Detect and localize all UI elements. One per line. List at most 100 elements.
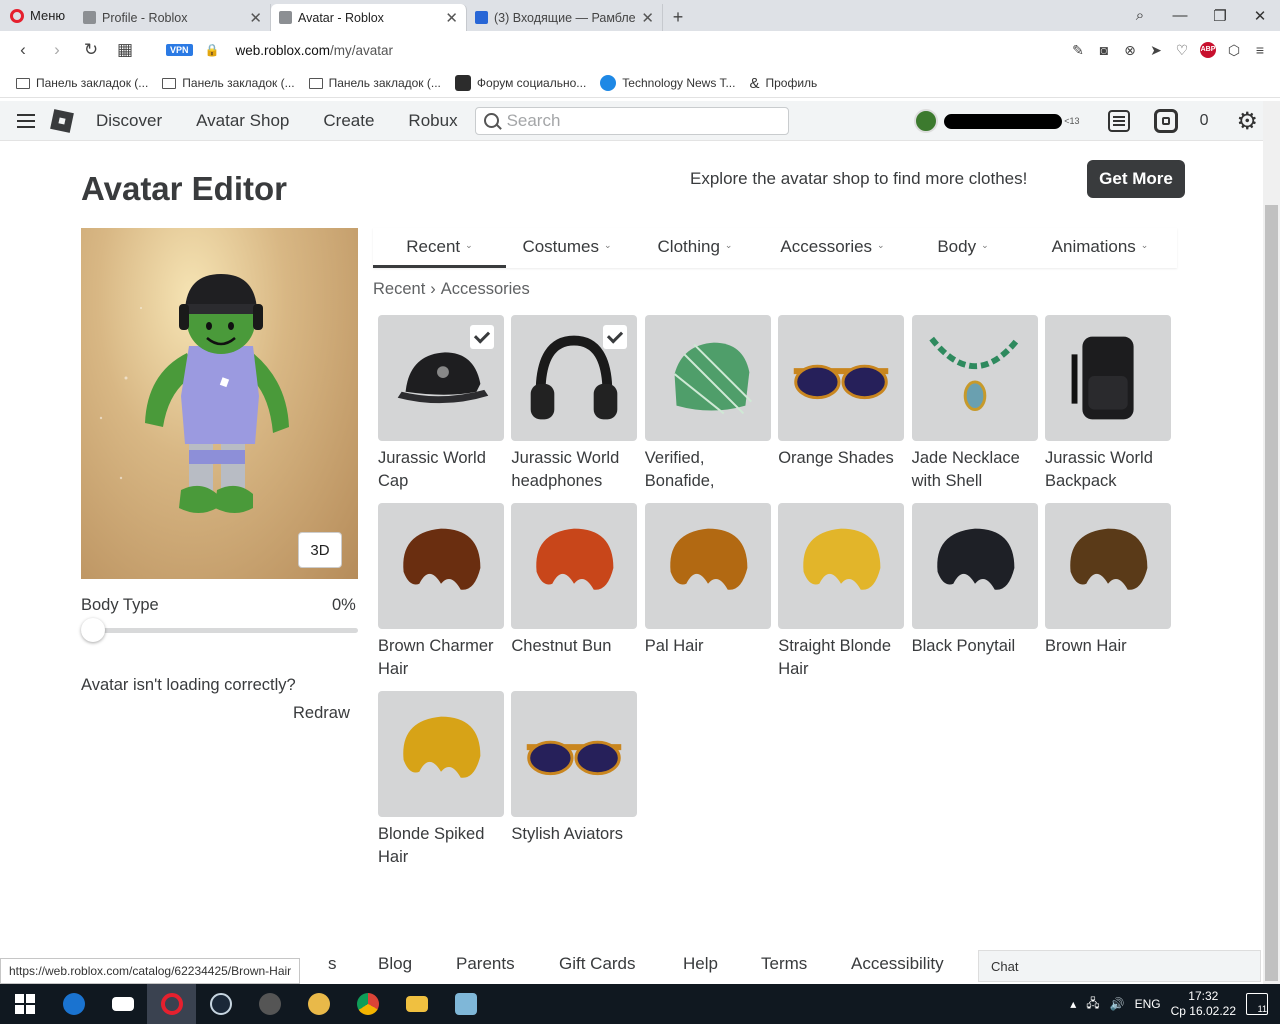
- taskbar-notepad[interactable]: [441, 984, 490, 1024]
- tab-costumes[interactable]: Costumes ⌄: [506, 228, 628, 268]
- roblox-logo-icon[interactable]: [50, 108, 74, 133]
- close-tab-icon[interactable]: ✕: [641, 9, 654, 27]
- volume-icon[interactable]: 🔊: [1110, 997, 1125, 1011]
- avatar-item-card[interactable]: Verified, Bonafide,: [644, 315, 771, 493]
- taskbar-explorer[interactable]: [392, 984, 441, 1024]
- hamburger-menu-icon[interactable]: [0, 113, 52, 128]
- search-input[interactable]: [506, 110, 767, 131]
- item-name[interactable]: Chestnut Bun: [511, 635, 641, 658]
- heart-icon[interactable]: ♡: [1174, 42, 1190, 59]
- start-button[interactable]: [0, 984, 49, 1024]
- tab-clothing[interactable]: Clothing ⌄: [628, 228, 762, 268]
- item-thumbnail[interactable]: [911, 503, 1038, 629]
- reload-icon[interactable]: ↻: [76, 40, 106, 60]
- item-name[interactable]: Orange Shades: [778, 447, 908, 470]
- clock[interactable]: 17:32 Ср 16.02.22: [1171, 989, 1236, 1019]
- item-thumbnail[interactable]: [378, 315, 504, 441]
- tab-animations[interactable]: Animations ⌄: [1023, 228, 1177, 268]
- body-type-slider-handle[interactable]: [81, 618, 105, 642]
- nav-avatar-shop[interactable]: Avatar Shop: [196, 111, 289, 131]
- redacted-username[interactable]: [944, 113, 1063, 129]
- item-thumbnail[interactable]: [778, 315, 905, 441]
- speed-dial-icon[interactable]: ▦: [110, 40, 140, 60]
- restore-icon[interactable]: ❐: [1200, 7, 1240, 25]
- footer-link-gift-cards[interactable]: Gift Cards: [559, 954, 636, 974]
- item-name[interactable]: Jurassic World Backpack: [1045, 447, 1175, 493]
- avatar-item-card[interactable]: Jurassic World Cap: [378, 315, 504, 493]
- taskbar-edge[interactable]: [49, 984, 98, 1024]
- item-name[interactable]: Jurassic World headphones: [511, 447, 641, 493]
- browser-menu-button[interactable]: Меню: [0, 0, 75, 31]
- taskbar-app[interactable]: [245, 984, 294, 1024]
- avatar-item-card[interactable]: Brown Hair: [1045, 503, 1171, 658]
- item-thumbnail[interactable]: [1045, 503, 1171, 629]
- item-thumbnail[interactable]: [511, 315, 638, 441]
- item-thumbnail[interactable]: [644, 315, 771, 441]
- nav-robux[interactable]: Robux: [408, 111, 457, 131]
- avatar-preview[interactable]: 3D: [81, 228, 358, 579]
- avatar-item-card[interactable]: Straight Blonde Hair: [778, 503, 905, 681]
- chat-bar[interactable]: Chat: [978, 950, 1261, 982]
- bookmark-technews[interactable]: Technology News T...: [600, 75, 735, 91]
- taskbar-paint[interactable]: [294, 984, 343, 1024]
- chevron-up-icon[interactable]: ▴: [1070, 997, 1076, 1011]
- bookmark-profile[interactable]: & Профиль: [749, 75, 817, 92]
- item-name[interactable]: Brown Hair: [1045, 635, 1175, 658]
- taskbar-mail[interactable]: [98, 984, 147, 1024]
- language-indicator[interactable]: ENG: [1135, 997, 1161, 1011]
- avatar-item-card[interactable]: Orange Shades: [778, 315, 905, 470]
- item-thumbnail[interactable]: [511, 503, 638, 629]
- tab-recent[interactable]: Recent ⌄: [373, 228, 506, 268]
- footer-link-about[interactable]: s: [328, 954, 337, 974]
- item-thumbnail[interactable]: [778, 503, 905, 629]
- easy-setup-icon[interactable]: ≡: [1252, 42, 1268, 58]
- item-name[interactable]: Brown Charmer Hair: [378, 635, 508, 681]
- bookmark-folder[interactable]: Панель закладок (...: [16, 76, 148, 90]
- tab-body[interactable]: Body ⌄: [903, 228, 1023, 268]
- item-thumbnail[interactable]: [911, 315, 1038, 441]
- taskbar-chrome[interactable]: [343, 984, 392, 1024]
- item-thumbnail[interactable]: [378, 503, 504, 629]
- footer-link-accessibility[interactable]: Accessibility: [851, 954, 944, 974]
- bookmark-folder[interactable]: Панель закладок (...: [162, 76, 295, 90]
- minimize-icon[interactable]: —: [1160, 7, 1200, 24]
- avatar[interactable]: [914, 109, 939, 133]
- item-thumbnail[interactable]: [1045, 315, 1171, 441]
- footer-link-parents[interactable]: Parents: [456, 954, 515, 974]
- footer-link-blog[interactable]: Blog: [378, 954, 412, 974]
- item-name[interactable]: Straight Blonde Hair: [778, 635, 908, 681]
- avatar-item-card[interactable]: Jurassic World Backpack: [1045, 315, 1171, 493]
- tab-accessories[interactable]: Accessories ⌄: [762, 228, 903, 268]
- search-box[interactable]: [474, 106, 789, 135]
- item-name[interactable]: Stylish Aviators: [511, 823, 641, 846]
- adblock-icon[interactable]: ABP: [1200, 42, 1216, 58]
- url-field[interactable]: web.roblox.com/my/avatar: [235, 43, 393, 58]
- item-name[interactable]: Verified, Bonafide,: [645, 447, 775, 493]
- 3d-toggle-button[interactable]: 3D: [298, 532, 342, 568]
- item-name[interactable]: Pal Hair: [645, 635, 775, 658]
- tab-profile[interactable]: Profile - Roblox ✕: [75, 4, 271, 31]
- avatar-item-card[interactable]: Blonde Spiked Hair: [378, 691, 504, 869]
- tab-avatar[interactable]: Avatar - Roblox ✕: [271, 4, 467, 31]
- avatar-item-card[interactable]: Brown Charmer Hair: [378, 503, 504, 681]
- avatar-item-card[interactable]: Jade Necklace with Shell: [911, 315, 1038, 493]
- avatar-item-card[interactable]: Stylish Aviators: [511, 691, 638, 846]
- back-icon[interactable]: ‹: [8, 40, 38, 60]
- item-name[interactable]: Blonde Spiked Hair: [378, 823, 508, 869]
- close-tab-icon[interactable]: ✕: [445, 9, 458, 27]
- snapshot-icon[interactable]: ✎: [1070, 42, 1086, 59]
- browser-search-icon[interactable]: ⌕: [1120, 7, 1160, 24]
- bookmark-forum[interactable]: Форум социально...: [454, 75, 586, 91]
- equipped-checkmark-icon[interactable]: [603, 325, 628, 349]
- item-thumbnail[interactable]: [511, 691, 638, 817]
- forward-icon[interactable]: ›: [42, 40, 72, 60]
- taskbar-opera[interactable]: [147, 984, 196, 1024]
- network-icon[interactable]: 🖧: [1086, 994, 1099, 1015]
- gear-icon[interactable]: ⚙: [1236, 107, 1258, 136]
- item-name[interactable]: Black Ponytail: [912, 635, 1042, 658]
- notification-center-icon[interactable]: 11: [1246, 993, 1268, 1015]
- robux-icon[interactable]: [1153, 109, 1178, 133]
- nav-discover[interactable]: Discover: [96, 111, 162, 131]
- close-window-icon[interactable]: ✕: [1240, 7, 1280, 25]
- send-icon[interactable]: ➤: [1148, 42, 1164, 59]
